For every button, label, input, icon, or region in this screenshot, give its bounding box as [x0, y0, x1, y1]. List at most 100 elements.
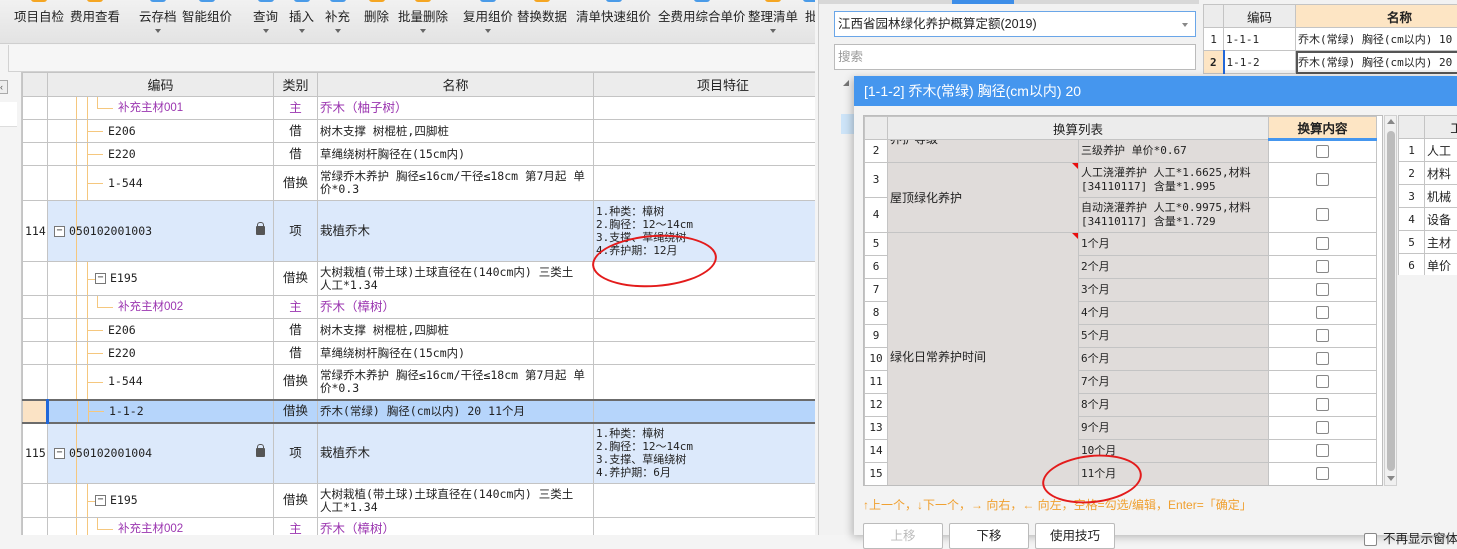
name-cell[interactable]: 草绳绕树杆胸径在(15cm内)	[318, 143, 594, 166]
quota-sub-row[interactable]: E206借树木支撑 树棍桩,四脚桩	[23, 120, 816, 143]
conversion-option[interactable]: 7个月	[1079, 371, 1269, 394]
code-cell[interactable]: 补充主材002	[48, 296, 274, 319]
code-cell[interactable]: −050102001003	[48, 201, 274, 262]
resource-row-label[interactable]: 人工	[1425, 139, 1457, 162]
code-cell[interactable]: E220	[48, 143, 274, 166]
name-cell[interactable]: 乔木（樟树）	[318, 296, 594, 319]
type-cell[interactable]: 主	[274, 518, 318, 536]
feature-cell[interactable]	[594, 120, 816, 143]
conversion-checkbox[interactable]	[1316, 421, 1329, 434]
quota-sub-row[interactable]: 1-1-2借换乔木(常绿) 胸径(cm以内) 20 11个月	[23, 400, 816, 423]
tree-expand-icon[interactable]	[843, 80, 849, 86]
quota-sub-row[interactable]: 补充主材001主乔木（柚子树）	[23, 97, 816, 120]
quota-sub-row[interactable]: E206借树木支撑 树棍桩,四脚桩	[23, 319, 816, 342]
quota-library-select[interactable]: 江西省园林绿化养护概算定额(2019)	[834, 11, 1196, 37]
name-cell[interactable]: 大树栽植(带土球)土球直径在(140cm内) 三类土 人工*1.34	[318, 484, 594, 518]
bill-item-row[interactable]: 114−050102001003项栽植乔木1.种类：樟树 2.胸径：12～14c…	[23, 201, 816, 262]
col-header-type[interactable]: 类别	[274, 73, 318, 97]
scrollbar-thumb[interactable]	[1387, 131, 1395, 471]
col-header-feature[interactable]: 项目特征	[594, 73, 816, 97]
resource-row[interactable]: 1人工	[1399, 139, 1457, 162]
toolbar-button-0[interactable]: 项目自检	[14, 0, 64, 44]
toolbar-button-2[interactable]: 云存档	[139, 0, 177, 44]
conversion-option[interactable]: 6个月	[1079, 348, 1269, 371]
feature-cell[interactable]: 1.种类：樟树 2.胸径：12～14cm 3.支撑、草绳绕树 4.养护期：12月	[594, 201, 816, 262]
code-cell[interactable]: E206	[48, 120, 274, 143]
chevron-down-icon[interactable]	[263, 29, 269, 33]
toolbar-button-10[interactable]: 替换数据	[517, 0, 567, 44]
chevron-down-icon[interactable]	[485, 29, 491, 33]
conversion-checkbox[interactable]	[1316, 260, 1329, 273]
conversion-checkbox[interactable]	[1316, 306, 1329, 319]
conversion-checkbox-cell[interactable]	[1269, 256, 1377, 279]
name-cell[interactable]: 乔木（柚子树）	[318, 97, 594, 120]
quota-sub-row[interactable]: E220借草绳绕树杆胸径在(15cm内)	[23, 342, 816, 365]
type-cell[interactable]: 借换	[274, 262, 318, 296]
quota-sub-row[interactable]: 补充主材002主乔木（樟树）	[23, 518, 816, 536]
conversion-option[interactable]: 5个月	[1079, 325, 1269, 348]
feature-cell[interactable]	[594, 518, 816, 536]
quota-sub-row[interactable]: −E195借换大树栽植(带土球)土球直径在(140cm内) 三类土 人工*1.3…	[23, 262, 816, 296]
code-cell[interactable]: −050102001004	[48, 423, 274, 484]
type-cell[interactable]: 借	[274, 143, 318, 166]
conversion-checkbox[interactable]	[1316, 398, 1329, 411]
name-cell[interactable]: 树木支撑 树棍桩,四脚桩	[318, 319, 594, 342]
name-cell[interactable]: 草绳绕树杆胸径在(15cm内)	[318, 342, 594, 365]
feature-cell[interactable]	[594, 262, 816, 296]
collapse-sidebar-button[interactable]: ‹	[0, 80, 8, 94]
conversion-option[interactable]: 2个月	[1079, 256, 1269, 279]
feature-cell[interactable]	[594, 400, 816, 423]
toolbar-button-13[interactable]: 整理清单	[748, 0, 798, 44]
conversion-checkbox[interactable]	[1316, 467, 1329, 480]
conversion-checkbox[interactable]	[1316, 444, 1329, 457]
conversion-option[interactable]: 三级养护 单价*0.67	[1079, 140, 1269, 163]
collapse-node-icon[interactable]: −	[54, 448, 65, 459]
resource-row[interactable]: 3机械	[1399, 185, 1457, 208]
chevron-down-icon[interactable]	[770, 29, 776, 33]
type-cell[interactable]: 借换	[274, 365, 318, 400]
conversion-checkbox[interactable]	[1316, 173, 1329, 186]
type-cell[interactable]: 借换	[274, 484, 318, 518]
conversion-checkbox[interactable]	[1316, 329, 1329, 342]
resource-row[interactable]: 2材料	[1399, 162, 1457, 185]
name-cell[interactable]: 树木支撑 树棍桩,四脚桩	[318, 120, 594, 143]
conversion-checkbox-cell[interactable]	[1269, 440, 1377, 463]
name-cell[interactable]: 常绿乔木养护 胸径≤16cm/干径≤18cm 第7月起 单价*0.3	[318, 365, 594, 400]
code-cell[interactable]: 1-1-2	[48, 400, 274, 423]
conversion-checkbox[interactable]	[1316, 145, 1329, 158]
quota-col-name[interactable]: 名称	[1296, 5, 1457, 28]
toolbar-button-3[interactable]: 智能组价	[182, 0, 232, 44]
type-cell[interactable]: 借	[274, 319, 318, 342]
resource-row[interactable]: 6单价	[1399, 254, 1457, 276]
name-cell[interactable]: 大树栽植(带土球)土球直径在(140cm内) 三类土 人工*1.34	[318, 262, 594, 296]
collapse-node-icon[interactable]: −	[95, 495, 106, 506]
type-cell[interactable]: 主	[274, 296, 318, 319]
conversion-row[interactable]: 2养护等级三级养护 单价*0.67	[865, 140, 1377, 163]
conversion-option[interactable]: 4个月	[1079, 302, 1269, 325]
conversion-checkbox[interactable]	[1316, 352, 1329, 365]
conversion-checkbox-cell[interactable]	[1269, 417, 1377, 440]
toolbar-button-12[interactable]: 全费用综合单价	[658, 0, 746, 44]
name-cell[interactable]: 栽植乔木	[318, 423, 594, 484]
chevron-down-icon[interactable]	[420, 29, 426, 33]
move-up-button[interactable]: 上移	[863, 523, 943, 549]
resource-row-label[interactable]: 机械	[1425, 185, 1457, 208]
conversion-checkbox-cell[interactable]	[1269, 163, 1377, 198]
resource-row-label[interactable]: 材料	[1425, 162, 1457, 185]
toolbar-button-7[interactable]: 删除	[364, 0, 389, 44]
usage-tips-button[interactable]: 使用技巧	[1035, 523, 1115, 549]
feature-cell[interactable]	[594, 296, 816, 319]
collapse-node-icon[interactable]: −	[54, 226, 65, 237]
conversion-option[interactable]: 自动浇灌养护 人工*0.9975,材料[34110117] 含量*1.729	[1079, 198, 1269, 233]
conversion-checkbox-cell[interactable]	[1269, 348, 1377, 371]
type-cell[interactable]: 借换	[274, 400, 318, 423]
dont-show-checkbox[interactable]	[1364, 533, 1377, 546]
panel-tab-active[interactable]	[952, 0, 1014, 4]
quota-col-code[interactable]: 编码	[1224, 5, 1296, 28]
collapse-node-icon[interactable]: −	[95, 273, 106, 284]
quota-row-name[interactable]: 乔木(常绿) 胸径(cm以内) 20	[1296, 51, 1457, 74]
chevron-down-icon[interactable]	[155, 29, 161, 33]
col-header-code[interactable]: 编码	[48, 73, 274, 97]
type-cell[interactable]: 主	[274, 97, 318, 120]
col-header-name[interactable]: 名称	[318, 73, 594, 97]
